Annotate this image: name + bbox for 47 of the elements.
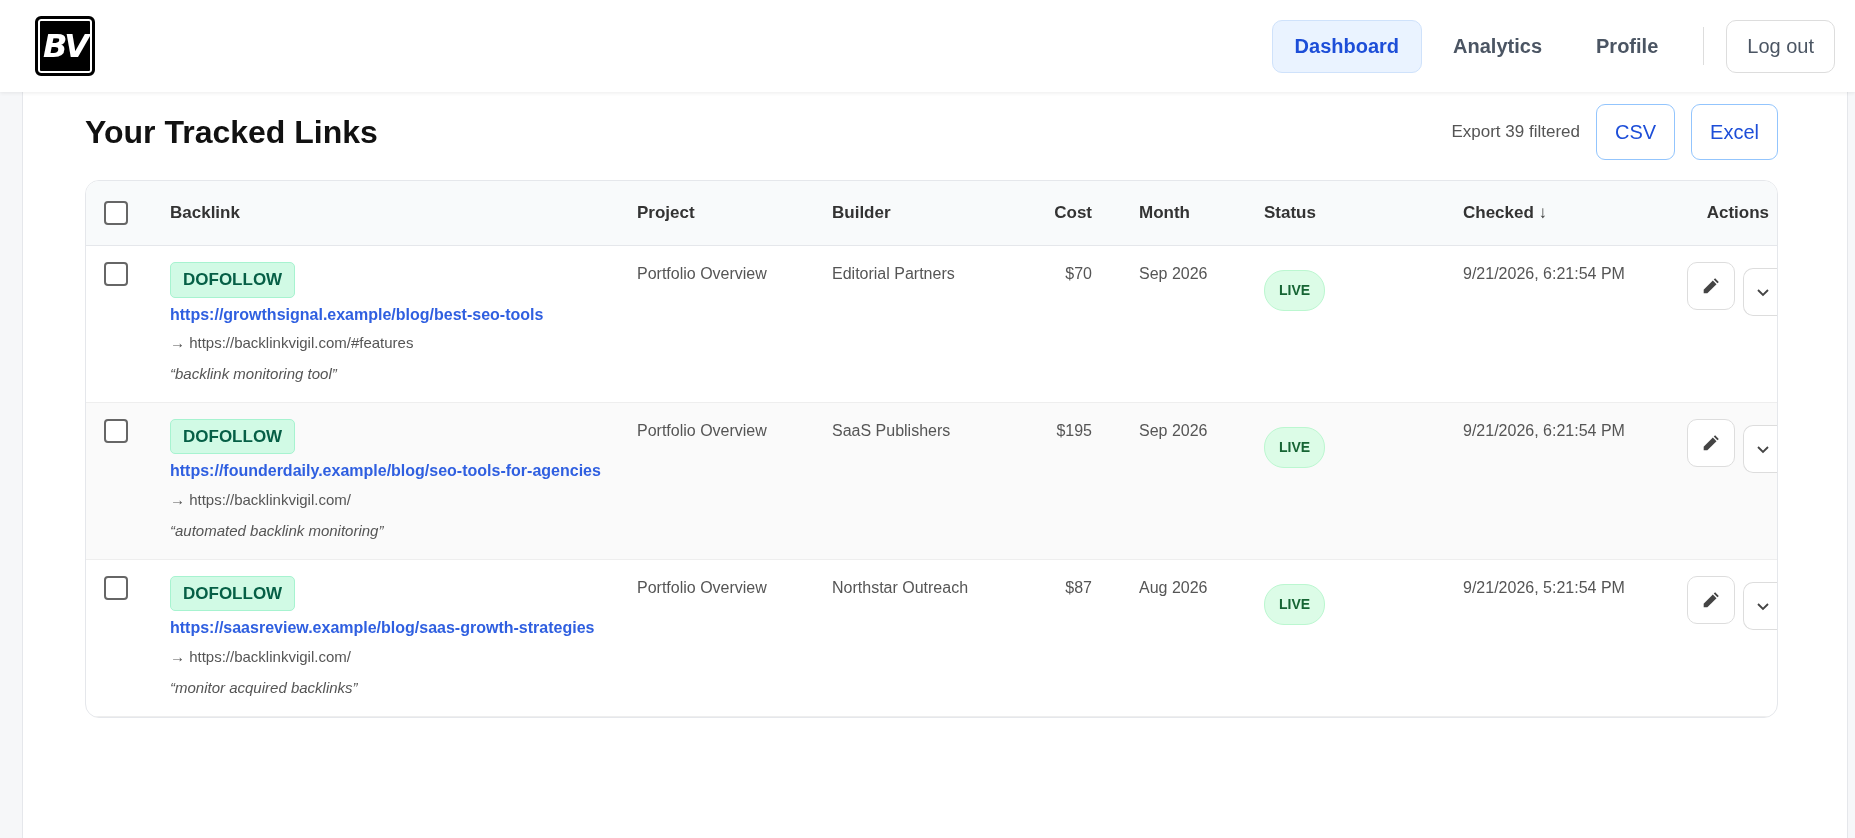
column-header[interactable]: Project — [637, 181, 832, 245]
nav-tab[interactable]: Analytics — [1430, 19, 1565, 73]
backlink-url[interactable]: https://founderdaily.example/blog/seo-tools-for-agencies — [170, 460, 617, 483]
backlink-url[interactable]: https://growthsignal.example/blog/best-seo-tools — [170, 303, 617, 326]
builder-name: Editorial Partners — [832, 265, 955, 282]
month-value: Sep 2026 — [1139, 421, 1208, 439]
column-header[interactable]: Checked ↓ — [1463, 181, 1627, 245]
column-header[interactable]: Status — [1264, 181, 1463, 245]
nav-tab[interactable]: Profile — [1573, 19, 1682, 73]
column-header[interactable]: Actions — [1627, 181, 1777, 245]
month-value: Sep 2026 — [1139, 265, 1208, 282]
month-value: Aug 2026 — [1139, 578, 1208, 596]
project-name: Portfolio Overview — [637, 578, 767, 596]
cost-value: $70 — [1065, 265, 1092, 282]
anchor-text: “backlink monitoring tool” — [170, 364, 339, 385]
cost-value: $87 — [1065, 578, 1092, 596]
anchor-text: “monitor acquired backlinks” — [170, 678, 359, 699]
status-badge: LIVE — [1264, 426, 1326, 468]
checked-time: 9/21/2026, 6:21:54 PM — [1463, 421, 1625, 439]
nav-tab[interactable]: Dashboard — [1271, 19, 1423, 73]
builder-name: SaaS Publishers — [832, 421, 951, 439]
export-button[interactable]: CSV — [1595, 104, 1676, 160]
status-badge: LIVE — [1264, 583, 1326, 625]
column-header[interactable]: Builder — [832, 181, 1031, 245]
column-header[interactable]: Backlink — [170, 181, 637, 245]
cost-value: $195 — [1056, 421, 1092, 439]
page-title: Your Tracked Links — [85, 113, 378, 151]
export-label: Export 39 filtered — [1451, 121, 1580, 144]
target-url: → https://backlinkvigil.com/ — [170, 489, 352, 510]
backlink-url[interactable]: https://saasreview.example/blog/saas-growth-strategies — [170, 617, 617, 640]
link-type-badge: DOFOLLOW — [170, 418, 296, 455]
logout-button[interactable]: Log out — [1726, 19, 1835, 73]
link-type-badge: DOFOLLOW — [170, 575, 296, 612]
column-header[interactable]: Cost — [1031, 181, 1112, 245]
checked-time: 9/21/2026, 5:21:54 PM — [1463, 578, 1625, 596]
project-name: Portfolio Overview — [637, 421, 767, 439]
target-url: → https://backlinkvigil.com/#features — [170, 332, 415, 353]
status-badge: LIVE — [1264, 270, 1326, 311]
link-type-badge: DOFOLLOW — [170, 262, 296, 298]
target-url: → https://backlinkvigil.com/ — [170, 646, 352, 667]
column-header[interactable]: Month — [1112, 181, 1264, 245]
logo[interactable]: BV — [35, 16, 95, 76]
checked-time: 9/21/2026, 6:21:54 PM — [1463, 265, 1625, 282]
export-button[interactable]: Excel — [1691, 104, 1778, 160]
project-name: Portfolio Overview — [637, 265, 767, 282]
builder-name: Northstar Outreach — [832, 578, 969, 596]
anchor-text: “automated backlink monitoring” — [170, 521, 385, 542]
